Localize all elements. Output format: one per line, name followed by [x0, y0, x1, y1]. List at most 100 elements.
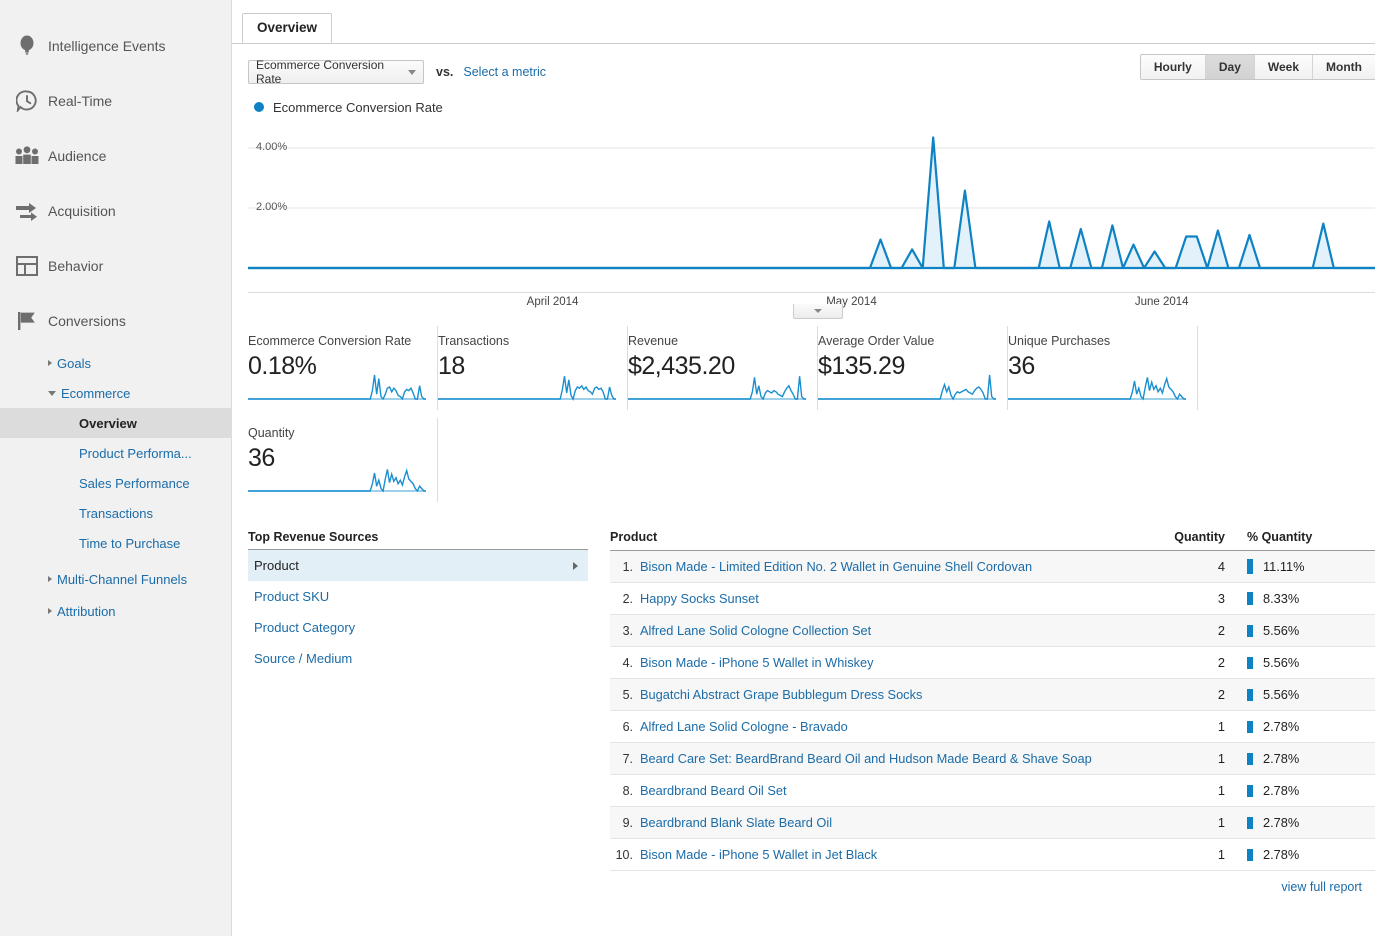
row-index: 6. — [610, 711, 640, 743]
sidebar-label: Ecommerce — [61, 386, 130, 401]
row-index: 2. — [610, 583, 640, 615]
table-row[interactable]: 1.Bison Made - Limited Edition No. 2 Wal… — [610, 551, 1375, 583]
sparkline — [438, 371, 616, 404]
sidebar-item-time-to-purchase[interactable]: Time to Purchase — [0, 528, 231, 558]
chart-area[interactable]: 4.00% 2.00% — [248, 124, 1375, 292]
pct-value: 5.56% — [1263, 623, 1299, 638]
period-month-button[interactable]: Month — [1313, 55, 1375, 79]
sidebar-label: Real-Time — [44, 93, 112, 109]
table-row[interactable]: 6.Alfred Lane Solid Cologne - Bravado 1 2.… — [610, 711, 1375, 743]
sidebar-item-real-time[interactable]: Real-Time — [0, 73, 231, 128]
table-header-row: Product Quantity % Quantity — [610, 530, 1375, 551]
sidebar-item-intelligence-events[interactable]: Intelligence Events — [0, 18, 231, 73]
source-row-product-sku[interactable]: Product SKU — [248, 581, 588, 612]
metric-card-quantity[interactable]: Quantity 36 — [248, 418, 438, 502]
chevron-right-icon — [48, 360, 52, 366]
sidebar-label: Conversions — [44, 313, 126, 329]
row-product-name: Beard Care Set: BeardBrand Beard Oil and… — [640, 743, 1171, 775]
legend-color-dot — [254, 102, 264, 112]
table-row[interactable]: 9.Beardbrand Blank Slate Beard Oil12.78% — [610, 807, 1375, 839]
sidebar-item-sales-performance[interactable]: Sales Performance — [0, 468, 231, 498]
product-link[interactable]: Happy Socks Sunset — [640, 591, 759, 606]
row-quantity: 2 — [1171, 647, 1231, 679]
metric-card-title: Ecommerce Conversion Rate — [248, 334, 425, 348]
chevron-right-icon — [48, 608, 52, 614]
sparkline — [628, 371, 806, 404]
product-link[interactable]: Bugatchi Abstract Grape Bubblegum Dress … — [640, 687, 922, 702]
sidebar-item-audience[interactable]: Audience — [0, 128, 231, 183]
pct-value: 8.33% — [1263, 591, 1299, 606]
row-index: 1. — [610, 551, 640, 583]
sidebar-item-behavior[interactable]: Behavior — [0, 238, 231, 293]
metric-select[interactable]: Ecommerce Conversion Rate — [248, 60, 424, 84]
product-table-panel: Product Quantity % Quantity 1.Bison Made… — [610, 530, 1375, 894]
product-link[interactable]: Alfred Lane Solid Cologne - Bravado — [640, 719, 848, 734]
row-pct-quantity: 5.56% — [1231, 647, 1375, 679]
row-quantity: 1 — [1171, 807, 1231, 839]
product-link[interactable]: Beardbrand Blank Slate Beard Oil — [640, 815, 832, 830]
sidebar-item-ecommerce-overview[interactable]: Overview — [0, 408, 231, 438]
arrows-icon — [10, 200, 44, 222]
table-row[interactable]: 7.Beard Care Set: BeardBrand Beard Oil a… — [610, 743, 1375, 775]
metric-card-revenue[interactable]: Revenue $2,435.20 — [628, 326, 818, 410]
period-selector: Hourly Day Week Month — [1140, 54, 1375, 80]
row-pct-quantity: 2.78% — [1231, 839, 1375, 871]
table-row[interactable]: 4.Bison Made - iPhone 5 Wallet in Whiske… — [610, 647, 1375, 679]
period-week-button[interactable]: Week — [1255, 55, 1313, 79]
row-index: 10. — [610, 839, 640, 871]
sidebar-item-conversions[interactable]: Conversions — [0, 293, 231, 348]
column-header-pct-quantity[interactable]: % Quantity — [1231, 530, 1375, 551]
product-link[interactable]: Bison Made - iPhone 5 Wallet in Whiskey — [640, 655, 874, 670]
sidebar-item-multi-channel-funnels[interactable]: Multi-Channel Funnels — [0, 564, 231, 594]
pct-value: 2.78% — [1263, 847, 1299, 862]
chevron-down-icon — [408, 70, 416, 75]
table-row[interactable]: 10.Bison Made - iPhone 5 Wallet in Jet B… — [610, 839, 1375, 871]
metric-card-unique-purchases[interactable]: Unique Purchases 36 — [1008, 326, 1198, 410]
tab-bar: Overview — [232, 0, 1375, 44]
source-row-product[interactable]: Product — [248, 550, 588, 581]
product-link[interactable]: Alfred Lane Solid Cologne Collection Set — [640, 623, 871, 638]
x-axis: April 2014 May 2014 June 2014 — [248, 292, 1375, 314]
view-full-report-link[interactable]: view full report — [1281, 880, 1362, 894]
pct-bar — [1247, 785, 1253, 797]
period-hourly-button[interactable]: Hourly — [1141, 55, 1206, 79]
date-range-expand-handle[interactable] — [793, 304, 843, 319]
chevron-right-icon — [48, 576, 52, 582]
metric-card-transactions[interactable]: Transactions 18 — [438, 326, 628, 410]
row-quantity: 2 — [1171, 615, 1231, 647]
row-quantity: 1 — [1171, 711, 1231, 743]
row-product-name: Alfred Lane Solid Cologne Collection Set — [640, 615, 1171, 647]
product-link[interactable]: Beard Care Set: BeardBrand Beard Oil and… — [640, 751, 1092, 766]
column-header-quantity[interactable]: Quantity — [1171, 530, 1231, 551]
sidebar-item-attribution[interactable]: Attribution — [0, 596, 231, 626]
row-product-name: Bison Made - Limited Edition No. 2 Walle… — [640, 551, 1171, 583]
product-link[interactable]: Bison Made - Limited Edition No. 2 Walle… — [640, 559, 1032, 574]
column-header-product[interactable]: Product — [610, 530, 1171, 551]
sidebar-item-goals[interactable]: Goals — [0, 348, 231, 378]
sidebar-item-product-performance[interactable]: Product Performa... — [0, 438, 231, 468]
sidebar-item-transactions[interactable]: Transactions — [0, 498, 231, 528]
table-row[interactable]: 3.Alfred Lane Solid Cologne Collection S… — [610, 615, 1375, 647]
row-product-name: Beardbrand Blank Slate Beard Oil — [640, 807, 1171, 839]
source-row-source-medium[interactable]: Source / Medium — [248, 643, 588, 674]
table-row[interactable]: 5.Bugatchi Abstract Grape Bubblegum Dres… — [610, 679, 1375, 711]
sidebar-item-acquisition[interactable]: Acquisition — [0, 183, 231, 238]
analytics-page: Intelligence Events Real-Time Audience A… — [0, 0, 1375, 936]
y-axis-tick: 2.00% — [256, 201, 287, 213]
metric-cards-row-1: Ecommerce Conversion Rate 0.18% Transact… — [232, 314, 1375, 410]
metric-card-average-order-value[interactable]: Average Order Value $135.29 — [818, 326, 1008, 410]
conversion-rate-line-chart — [248, 124, 1375, 274]
pct-value: 2.78% — [1263, 783, 1299, 798]
table-row[interactable]: 2.Happy Socks Sunset38.33% — [610, 583, 1375, 615]
sidebar-item-ecommerce[interactable]: Ecommerce — [0, 378, 231, 408]
source-row-product-category[interactable]: Product Category — [248, 612, 588, 643]
pct-bar — [1247, 625, 1253, 637]
table-row[interactable]: 8.Beardbrand Beard Oil Set12.78% — [610, 775, 1375, 807]
period-day-button[interactable]: Day — [1206, 55, 1255, 79]
product-link[interactable]: Beardbrand Beard Oil Set — [640, 783, 787, 798]
select-a-metric-link[interactable]: Select a metric — [463, 65, 546, 79]
metric-card-ecommerce-conversion-rate[interactable]: Ecommerce Conversion Rate 0.18% — [248, 326, 438, 410]
tab-overview[interactable]: Overview — [242, 13, 332, 43]
product-link[interactable]: Bison Made - iPhone 5 Wallet in Jet Blac… — [640, 847, 877, 862]
pct-value: 2.78% — [1263, 719, 1299, 734]
